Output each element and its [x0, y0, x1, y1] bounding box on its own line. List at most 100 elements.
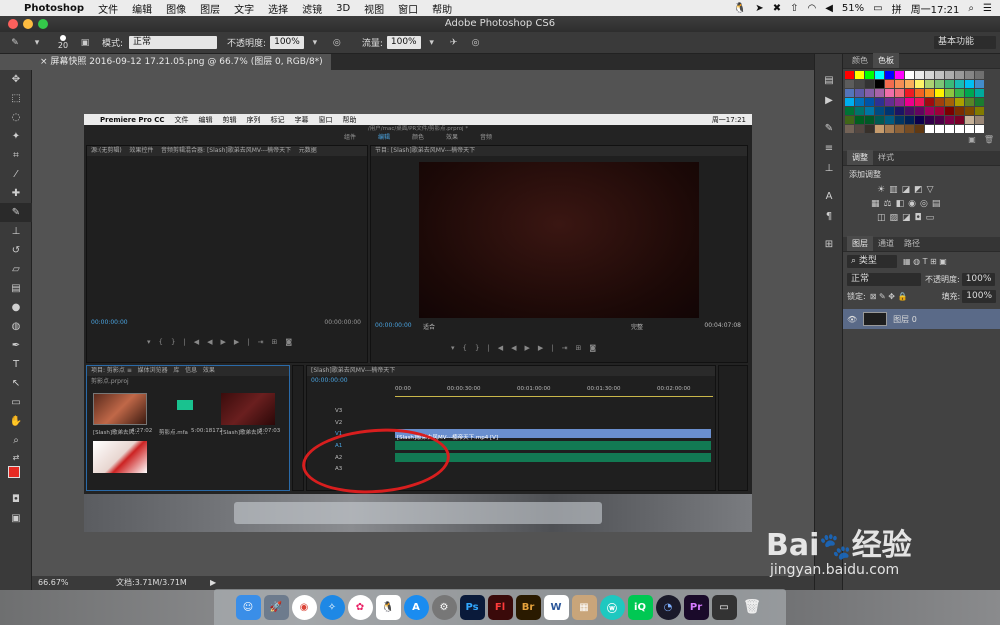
- bw-icon[interactable]: ◧: [896, 199, 905, 209]
- color-swatch[interactable]: [945, 116, 954, 124]
- color-swatch[interactable]: [905, 80, 914, 88]
- color-swatch[interactable]: [865, 71, 874, 79]
- color-swatch[interactable]: [855, 80, 864, 88]
- type-tool-icon[interactable]: T: [0, 355, 32, 374]
- path-select-tool-icon[interactable]: ↖: [0, 374, 32, 393]
- battery-icon[interactable]: ▭: [873, 3, 882, 14]
- qq-icon[interactable]: 🐧: [734, 3, 746, 14]
- app-store-icon[interactable]: A: [403, 594, 429, 620]
- clock[interactable]: 周一17:21: [911, 1, 960, 16]
- crop-tool-icon[interactable]: ⌗: [0, 146, 32, 165]
- tab-channels[interactable]: 通道: [873, 236, 899, 251]
- color-swatch[interactable]: [875, 71, 884, 79]
- menu-view[interactable]: 视图: [364, 1, 384, 16]
- color-swatch[interactable]: [865, 80, 874, 88]
- tab-color[interactable]: 颜色: [847, 53, 873, 68]
- menu-window[interactable]: 窗口: [398, 1, 418, 16]
- visibility-eye-icon[interactable]: 👁: [847, 315, 857, 324]
- gradient-tool-icon[interactable]: ▤: [0, 279, 32, 298]
- brush-panel-toggle-icon[interactable]: ▣: [78, 36, 92, 50]
- brush-tool-icon[interactable]: ✎: [0, 203, 32, 222]
- document-tab[interactable]: × 屏幕快照 2016-09-12 17.21.05.png @ 66.7% (…: [32, 54, 331, 70]
- color-swatch[interactable]: [875, 116, 884, 124]
- document-tab-close-icon[interactable]: ×: [40, 57, 48, 67]
- color-swatch[interactable]: [905, 125, 914, 133]
- color-swatch[interactable]: [845, 116, 854, 124]
- send-icon[interactable]: ➤: [755, 3, 763, 14]
- tab-layers[interactable]: 图层: [847, 236, 873, 251]
- color-swatch[interactable]: [885, 107, 894, 115]
- channel-mixer-icon[interactable]: ◎: [920, 199, 928, 209]
- color-swatch[interactable]: [905, 89, 914, 97]
- color-swatch[interactable]: [955, 71, 964, 79]
- menu-layer[interactable]: 图层: [200, 1, 220, 16]
- photo-filter-icon[interactable]: ◉: [908, 199, 916, 209]
- flow-input[interactable]: 100%: [386, 36, 421, 49]
- bridge-dock-icon[interactable]: Br: [515, 594, 541, 620]
- color-swatch[interactable]: [945, 89, 954, 97]
- lock-icons[interactable]: ⊠ ✎ ✥ 🔒: [870, 292, 908, 301]
- color-swatch[interactable]: [965, 116, 974, 124]
- status-menu-arrow-icon[interactable]: ▶: [210, 576, 216, 590]
- color-swatch[interactable]: [895, 98, 904, 106]
- color-swatch[interactable]: [945, 125, 954, 133]
- opacity-input[interactable]: 100%: [270, 36, 304, 49]
- new-swatch-icon[interactable]: ▣: [968, 135, 976, 149]
- color-lookup-icon[interactable]: ▤: [932, 199, 941, 209]
- curves-icon[interactable]: ◪: [902, 185, 911, 195]
- layer-kind-filter[interactable]: ⌕ 类型: [847, 255, 897, 268]
- pen-tool-icon[interactable]: ✒: [0, 336, 32, 355]
- qq-app-icon[interactable]: 🐧: [375, 594, 401, 620]
- color-swatch[interactable]: [845, 125, 854, 133]
- menu-filter[interactable]: 滤镜: [302, 1, 322, 16]
- menu-file[interactable]: 文件: [98, 1, 118, 16]
- opacity-dropdown-icon[interactable]: ▾: [308, 36, 322, 50]
- color-swatch[interactable]: [935, 116, 944, 124]
- history-panel-icon[interactable]: ▤: [815, 70, 843, 90]
- brightness-icon[interactable]: ☀: [877, 185, 885, 195]
- finder-icon[interactable]: ☺: [235, 594, 261, 620]
- color-swatch[interactable]: [865, 107, 874, 115]
- color-swatch[interactable]: [955, 98, 964, 106]
- menu-edit[interactable]: 编辑: [132, 1, 152, 16]
- vibrance-icon[interactable]: ▽: [927, 185, 934, 195]
- launchpad-icon[interactable]: 🚀: [263, 594, 289, 620]
- color-swatch[interactable]: [925, 98, 934, 106]
- color-swatch[interactable]: [975, 107, 984, 115]
- color-swatch[interactable]: [855, 116, 864, 124]
- marquee-tool-icon[interactable]: ⬚: [0, 89, 32, 108]
- color-swatch[interactable]: [935, 89, 944, 97]
- color-swatch[interactable]: [885, 71, 894, 79]
- pressure-size-icon[interactable]: ◎: [469, 36, 483, 50]
- color-swatch[interactable]: [945, 80, 954, 88]
- minimize-window-icon[interactable]: [23, 19, 33, 29]
- tab-styles[interactable]: 样式: [873, 150, 899, 165]
- levels-icon[interactable]: ▥: [889, 185, 898, 195]
- photos-icon[interactable]: ✿: [347, 594, 373, 620]
- menu-help[interactable]: 帮助: [432, 1, 452, 16]
- color-swatch[interactable]: [975, 80, 984, 88]
- color-swatch[interactable]: [905, 71, 914, 79]
- gradient-map-icon[interactable]: ▭: [926, 213, 935, 223]
- actions-panel-icon[interactable]: ▶: [815, 90, 843, 110]
- color-swatch[interactable]: [945, 107, 954, 115]
- iqiyi-icon[interactable]: iQ: [627, 594, 653, 620]
- history-brush-tool-icon[interactable]: ↺: [0, 241, 32, 260]
- exposure-icon[interactable]: ◩: [914, 185, 923, 195]
- color-swatch[interactable]: [895, 107, 904, 115]
- brush-size-picker[interactable]: 20: [52, 35, 74, 50]
- zoom-level[interactable]: 66.67%: [38, 576, 69, 590]
- color-swatch[interactable]: [855, 89, 864, 97]
- safari-icon[interactable]: ✧: [319, 594, 345, 620]
- delete-swatch-icon[interactable]: 🗑: [984, 135, 994, 149]
- lasso-tool-icon[interactable]: ◌: [0, 108, 32, 127]
- color-swatch[interactable]: [935, 71, 944, 79]
- workspace-switcher[interactable]: 基本功能: [934, 36, 996, 49]
- selective-color-icon[interactable]: ◘: [915, 213, 922, 223]
- color-swatch[interactable]: [945, 98, 954, 106]
- color-swatch[interactable]: [875, 89, 884, 97]
- color-swatch[interactable]: [925, 80, 934, 88]
- close-window-icon[interactable]: [8, 19, 18, 29]
- move-tool-icon[interactable]: ✥: [0, 70, 32, 89]
- color-swatch[interactable]: [975, 71, 984, 79]
